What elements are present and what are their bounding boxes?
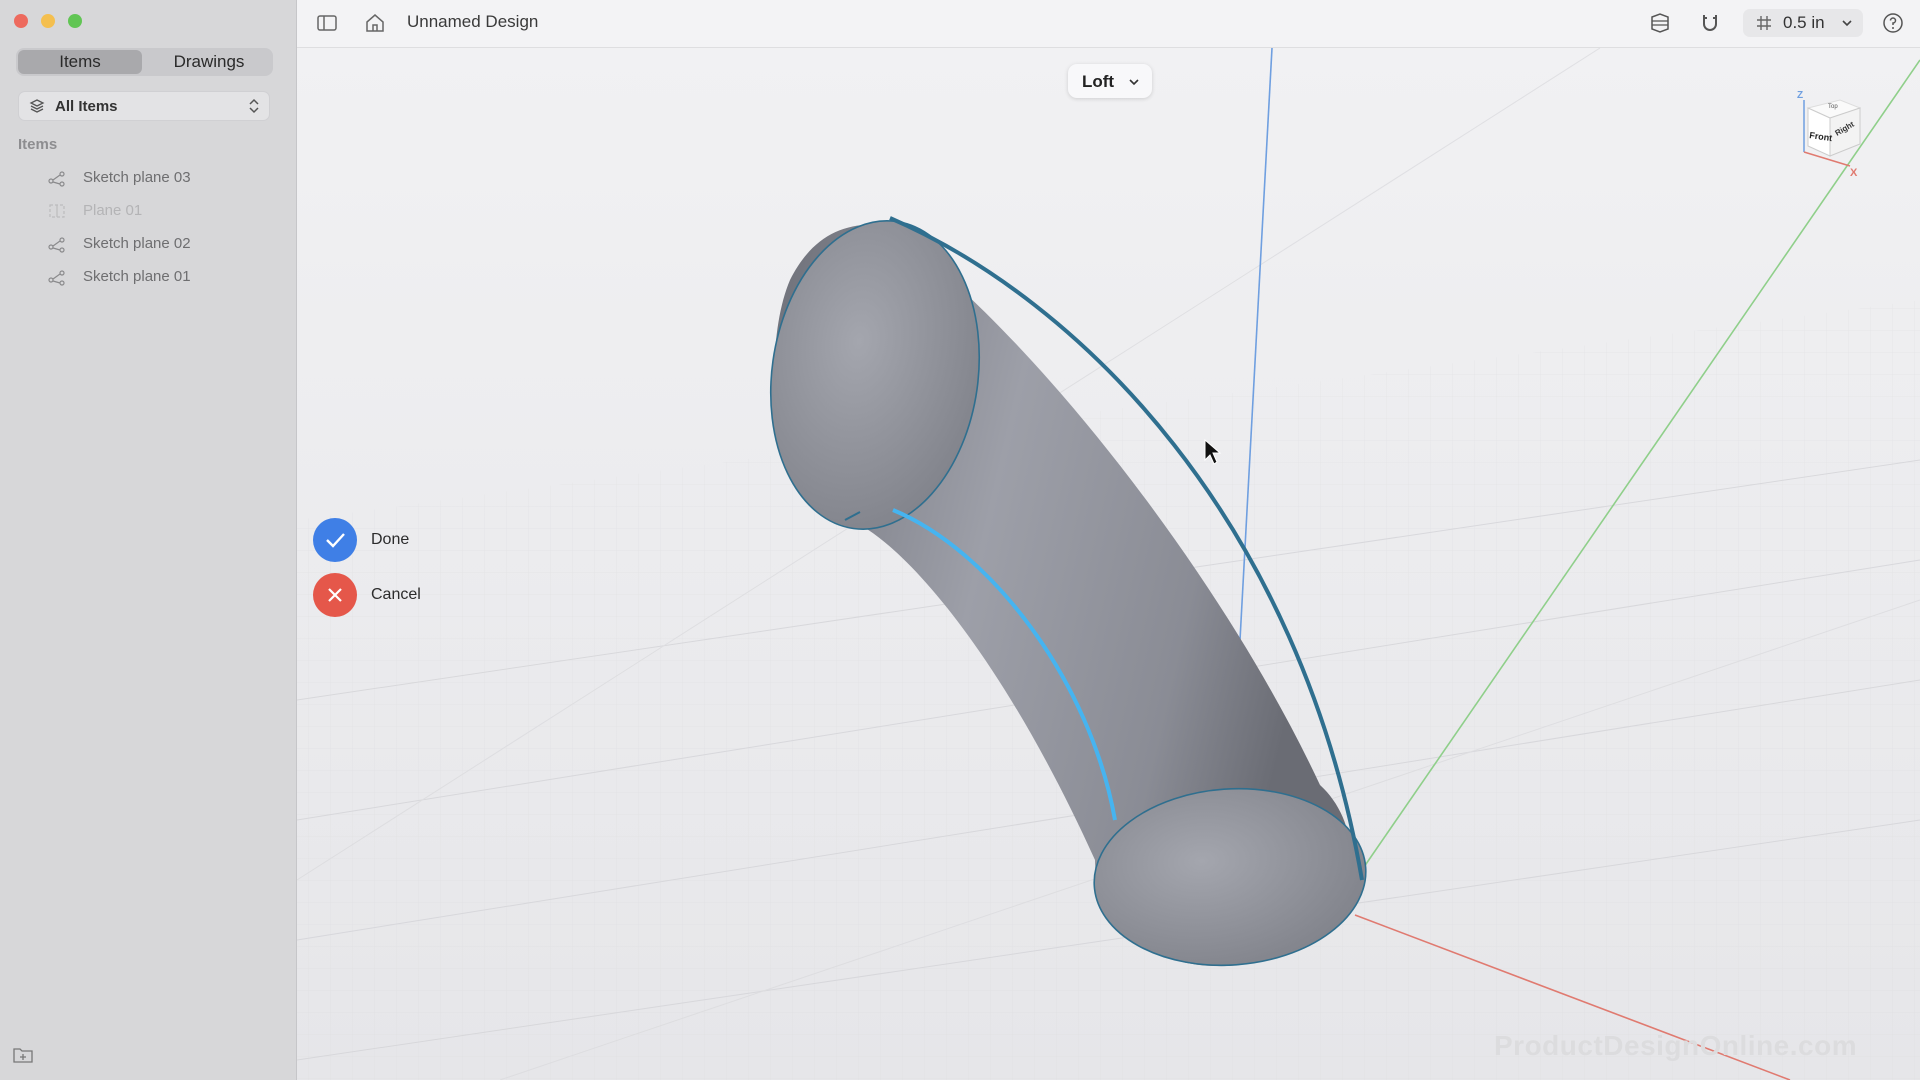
close-icon (328, 588, 342, 602)
tree-item-sketch-plane-02[interactable]: Sketch plane 02 (48, 232, 278, 256)
toolbar: Unnamed Design 0.5 in (297, 0, 1920, 48)
tree-item-label: Plane 01 (83, 202, 143, 219)
minimize-window-button[interactable] (41, 14, 55, 28)
chevron-down-icon (1129, 79, 1139, 86)
items-filter-select[interactable]: All Items (18, 91, 270, 121)
sidebar-toggle-icon[interactable] (315, 11, 339, 35)
sketch-plane-icon (48, 237, 65, 253)
help-icon[interactable] (1881, 11, 1905, 35)
done-label: Done (371, 531, 410, 548)
tree-item-plane-01[interactable]: Plane 01 (48, 199, 278, 223)
tab-drawings[interactable]: Drawings (147, 50, 271, 74)
sketch-plane-icon (48, 270, 65, 286)
sidebar: Items Drawings All Items Items Sketch pl… (0, 0, 297, 1080)
maximize-window-button[interactable] (68, 14, 82, 28)
checkmark-icon (326, 533, 345, 548)
items-drawings-segmented-control: Items Drawings (16, 48, 273, 76)
snap-magnet-icon[interactable] (1698, 11, 1722, 35)
chevron-down-icon (1842, 20, 1852, 27)
view-cube[interactable]: Z X Front Right Top (1790, 86, 1870, 180)
render-mode-icon[interactable] (1648, 11, 1672, 35)
close-window-button[interactable] (14, 14, 28, 28)
3d-scene[interactable] (297, 48, 1920, 1080)
tab-items[interactable]: Items (18, 50, 142, 74)
operation-label: Loft (1082, 72, 1115, 91)
view-cube-z: Z (1797, 90, 1803, 101)
home-icon[interactable] (363, 11, 387, 35)
tree-item-sketch-plane-03[interactable]: Sketch plane 03 (48, 166, 278, 190)
tree-item-label: Sketch plane 03 (83, 169, 191, 186)
view-cube-graphic: Z X Front Right Top (1797, 90, 1862, 179)
checkmark-circle (313, 518, 357, 562)
view-cube-top: Top (1828, 104, 1838, 110)
filter-label: All Items (55, 98, 118, 115)
grid-size-value: 0.5 in (1783, 13, 1825, 32)
tree-item-sketch-plane-01[interactable]: Sketch plane 01 (48, 265, 278, 289)
cancel-label: Cancel (371, 586, 421, 603)
plane-icon (49, 204, 65, 218)
cancel-button[interactable]: Cancel (313, 573, 513, 617)
cancel-circle (313, 573, 357, 617)
grid-icon (1757, 16, 1771, 30)
document-title: Unnamed Design (407, 12, 539, 31)
view-cube-x: X (1850, 167, 1858, 179)
done-button[interactable]: Done (313, 518, 513, 562)
items-section-heading: Items (18, 136, 58, 153)
sketch-plane-icon (48, 171, 65, 187)
add-folder-icon[interactable] (12, 1045, 34, 1065)
stack-icon (29, 99, 45, 113)
tree-item-label: Sketch plane 02 (83, 235, 191, 252)
operation-dropdown[interactable]: Loft (1068, 64, 1152, 98)
up-down-chevron-icon (249, 98, 259, 114)
watermark: ProductDesignOnline.com (1494, 1030, 1858, 1061)
grid-size-dropdown[interactable]: 0.5 in (1743, 9, 1863, 37)
3d-viewport[interactable]: Loft Done Cancel Z X Front Right Top Pro… (297, 48, 1920, 1080)
tree-item-label: Sketch plane 01 (83, 268, 191, 285)
